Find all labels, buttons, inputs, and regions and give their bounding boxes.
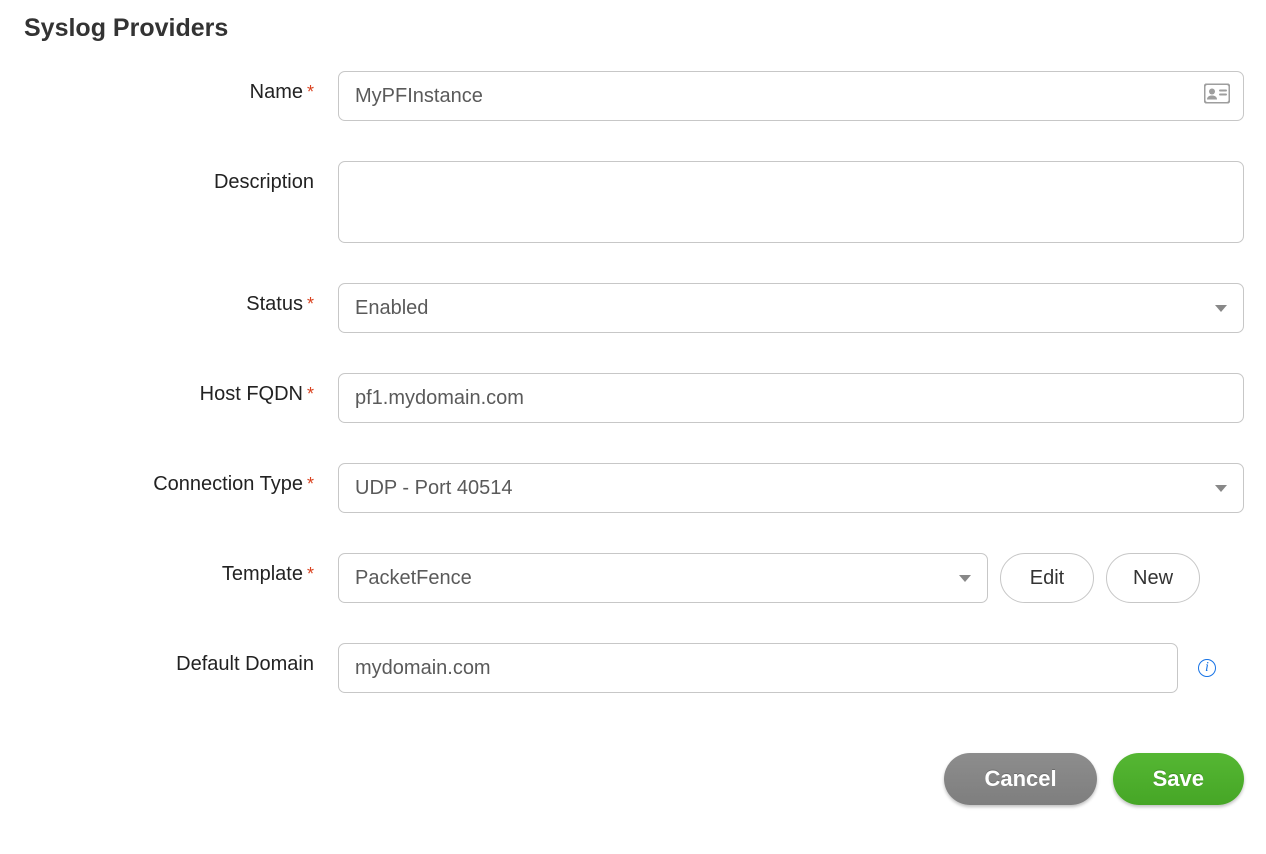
template-select[interactable]: PacketFence <box>338 553 988 603</box>
required-marker: * <box>307 82 314 102</box>
description-textarea[interactable] <box>338 161 1244 243</box>
info-icon[interactable]: i <box>1198 659 1216 677</box>
connection-type-label: Connection Type* <box>24 463 338 496</box>
template-selected-value: PacketFence <box>355 567 472 590</box>
description-label: Description <box>24 161 338 194</box>
required-marker: * <box>307 474 314 494</box>
default-domain-input[interactable] <box>338 643 1178 693</box>
save-button[interactable]: Save <box>1113 753 1244 805</box>
new-template-button[interactable]: New <box>1106 553 1200 603</box>
page-title: Syslog Providers <box>24 14 1242 43</box>
form-actions: Cancel Save <box>24 753 1244 805</box>
host-fqdn-label: Host FQDN* <box>24 373 338 406</box>
chevron-down-icon <box>959 575 971 582</box>
status-label: Status* <box>24 283 338 316</box>
required-marker: * <box>307 564 314 584</box>
template-label: Template* <box>24 553 338 586</box>
cancel-button[interactable]: Cancel <box>944 753 1096 805</box>
required-marker: * <box>307 294 314 314</box>
host-fqdn-input[interactable] <box>338 373 1244 423</box>
connection-type-selected-value: UDP - Port 40514 <box>355 477 513 500</box>
name-label: Name* <box>24 71 338 104</box>
required-marker: * <box>307 384 314 404</box>
default-domain-label: Default Domain <box>24 643 338 676</box>
syslog-provider-form: Name* Description Status* Enabled <box>24 71 1244 805</box>
connection-type-select[interactable]: UDP - Port 40514 <box>338 463 1244 513</box>
status-selected-value: Enabled <box>355 297 428 320</box>
name-input[interactable] <box>338 71 1244 121</box>
chevron-down-icon <box>1215 485 1227 492</box>
chevron-down-icon <box>1215 305 1227 312</box>
id-card-icon <box>1204 84 1230 109</box>
edit-template-button[interactable]: Edit <box>1000 553 1094 603</box>
status-select[interactable]: Enabled <box>338 283 1244 333</box>
